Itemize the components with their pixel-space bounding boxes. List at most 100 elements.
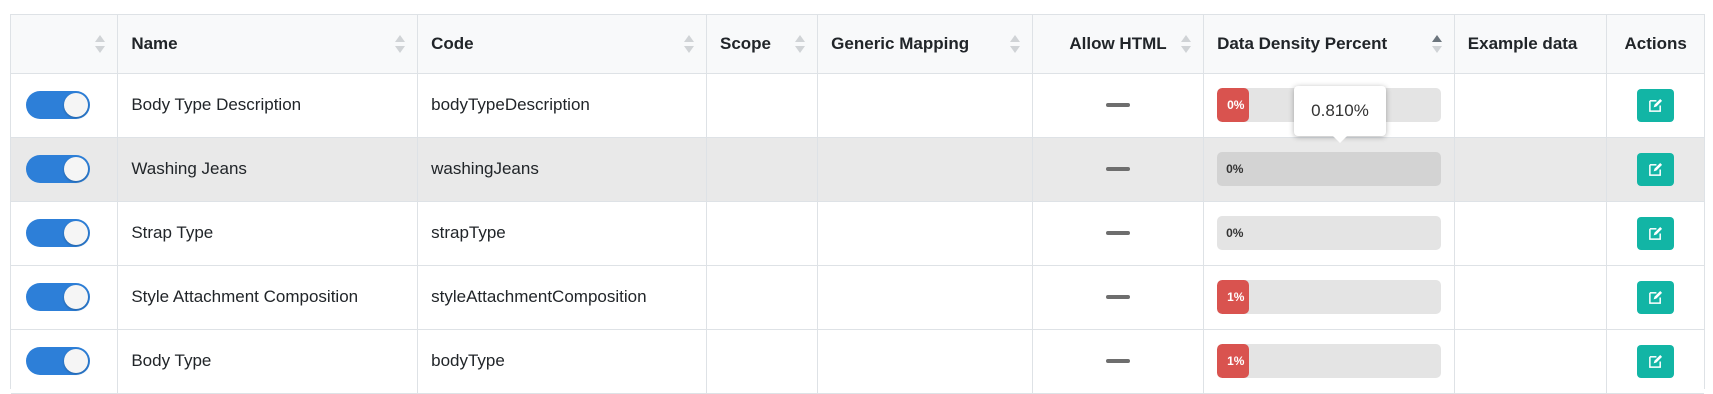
dash-icon: [1105, 295, 1130, 299]
density-label: 0%: [1227, 98, 1245, 112]
sort-icon[interactable]: [683, 34, 694, 54]
cell-name: Body Type: [117, 329, 419, 394]
cell-toggle: [11, 329, 119, 394]
cell-scope: [706, 73, 819, 138]
cell-code: bodyTypeDescription: [417, 73, 707, 138]
cell-code: washingJeans: [417, 137, 707, 202]
table-row[interactable]: Washing Jeans washingJeans 0%: [11, 137, 1704, 202]
cell-actions: [1606, 265, 1704, 330]
cell-actions: [1606, 73, 1704, 138]
sort-icon[interactable]: [795, 34, 806, 54]
sort-icon[interactable]: [95, 34, 106, 54]
cell-scope: [706, 137, 819, 202]
cell-generic-mapping: [817, 265, 1033, 330]
edit-icon: [1648, 162, 1663, 177]
enable-toggle[interactable]: [26, 219, 90, 247]
cell-code: styleAttachmentComposition: [417, 265, 707, 330]
cell-actions: [1606, 137, 1704, 202]
table-row[interactable]: Strap Type strapType 0%: [11, 201, 1704, 266]
enable-toggle[interactable]: [26, 283, 90, 311]
table-row[interactable]: Body Type bodyType 1%: [11, 329, 1704, 394]
header-select[interactable]: [11, 15, 119, 74]
density-bar-fill: 0%: [1217, 88, 1250, 122]
cell-allow-html: [1032, 265, 1205, 330]
header-allow-html[interactable]: Allow HTML: [1032, 15, 1205, 74]
cell-allow-html: [1032, 73, 1205, 138]
header-example-data: Example data: [1454, 15, 1608, 74]
cell-data-density: 1%: [1203, 265, 1455, 330]
density-label: 1%: [1227, 354, 1245, 368]
header-code[interactable]: Code: [417, 15, 707, 74]
cell-allow-html: [1032, 201, 1205, 266]
sort-ascending-icon[interactable]: [1431, 34, 1442, 54]
dash-icon: [1105, 359, 1130, 363]
header-generic-mapping[interactable]: Generic Mapping: [817, 15, 1033, 74]
cell-generic-mapping: [817, 73, 1033, 138]
table-row[interactable]: Body Type Description bodyTypeDescription…: [11, 73, 1704, 138]
toggle-knob: [64, 349, 88, 373]
edit-icon: [1648, 226, 1663, 241]
cell-name: Style Attachment Composition: [117, 265, 419, 330]
density-bar-fill: 1%: [1217, 344, 1250, 378]
cell-data-density: 0%: [1203, 137, 1455, 202]
sort-icon[interactable]: [1009, 34, 1020, 54]
cell-code: bodyType: [417, 329, 707, 394]
edit-button[interactable]: [1637, 280, 1675, 314]
density-label: 0%: [1226, 226, 1244, 240]
enable-toggle[interactable]: [26, 347, 90, 375]
table-header-row: Name Code Scope Generic Mapping Allow HT…: [11, 15, 1704, 74]
density-label: 1%: [1227, 290, 1245, 304]
density-progress-bar[interactable]: 1%: [1217, 344, 1442, 378]
edit-icon: [1648, 354, 1663, 369]
cell-allow-html: [1032, 329, 1205, 394]
attributes-table-container: Name Code Scope Generic Mapping Allow HT…: [10, 14, 1705, 394]
cell-example-data: [1454, 73, 1608, 138]
cell-name: Body Type Description: [117, 73, 419, 138]
edit-button[interactable]: [1637, 216, 1675, 250]
toggle-knob: [64, 157, 88, 181]
dash-icon: [1105, 103, 1130, 107]
enable-toggle[interactable]: [26, 91, 90, 119]
header-name[interactable]: Name: [117, 15, 419, 74]
cell-example-data: [1454, 201, 1608, 266]
cell-data-density: 0%: [1203, 201, 1455, 266]
cell-example-data: [1454, 265, 1608, 330]
density-bar-fill: 1%: [1217, 280, 1250, 314]
density-progress-bar[interactable]: 0%: [1217, 216, 1442, 250]
attributes-table: Name Code Scope Generic Mapping Allow HT…: [11, 15, 1704, 394]
sort-icon[interactable]: [395, 34, 406, 54]
dash-icon: [1105, 231, 1130, 235]
density-tooltip: 0.810%: [1294, 86, 1386, 143]
density-label: 0%: [1226, 162, 1244, 176]
cell-generic-mapping: [817, 137, 1033, 202]
toggle-knob: [64, 285, 88, 309]
cell-generic-mapping: [817, 201, 1033, 266]
cell-actions: [1606, 329, 1704, 394]
cell-toggle: [11, 137, 119, 202]
cell-name: Washing Jeans: [117, 137, 419, 202]
density-progress-bar[interactable]: 1%: [1217, 280, 1442, 314]
edit-button[interactable]: [1637, 344, 1675, 378]
edit-icon: [1648, 98, 1663, 113]
cell-actions: [1606, 201, 1704, 266]
cell-scope: [706, 265, 819, 330]
sort-icon[interactable]: [1181, 34, 1192, 54]
enable-toggle[interactable]: [26, 155, 90, 183]
toggle-knob: [64, 221, 88, 245]
header-data-density[interactable]: Data Density Percent: [1203, 15, 1455, 74]
cell-generic-mapping: [817, 329, 1033, 394]
toggle-knob: [64, 93, 88, 117]
density-progress-bar[interactable]: 0%: [1217, 152, 1442, 186]
cell-data-density: 1%: [1203, 329, 1455, 394]
cell-toggle: [11, 201, 119, 266]
cell-code: strapType: [417, 201, 707, 266]
edit-button[interactable]: [1637, 88, 1675, 122]
cell-name: Strap Type: [117, 201, 419, 266]
edit-button[interactable]: [1637, 152, 1675, 186]
header-actions: Actions: [1606, 15, 1704, 74]
dash-icon: [1105, 167, 1130, 171]
cell-scope: [706, 329, 819, 394]
cell-scope: [706, 201, 819, 266]
table-row[interactable]: Style Attachment Composition styleAttachm…: [11, 265, 1704, 330]
header-scope[interactable]: Scope: [706, 15, 819, 74]
